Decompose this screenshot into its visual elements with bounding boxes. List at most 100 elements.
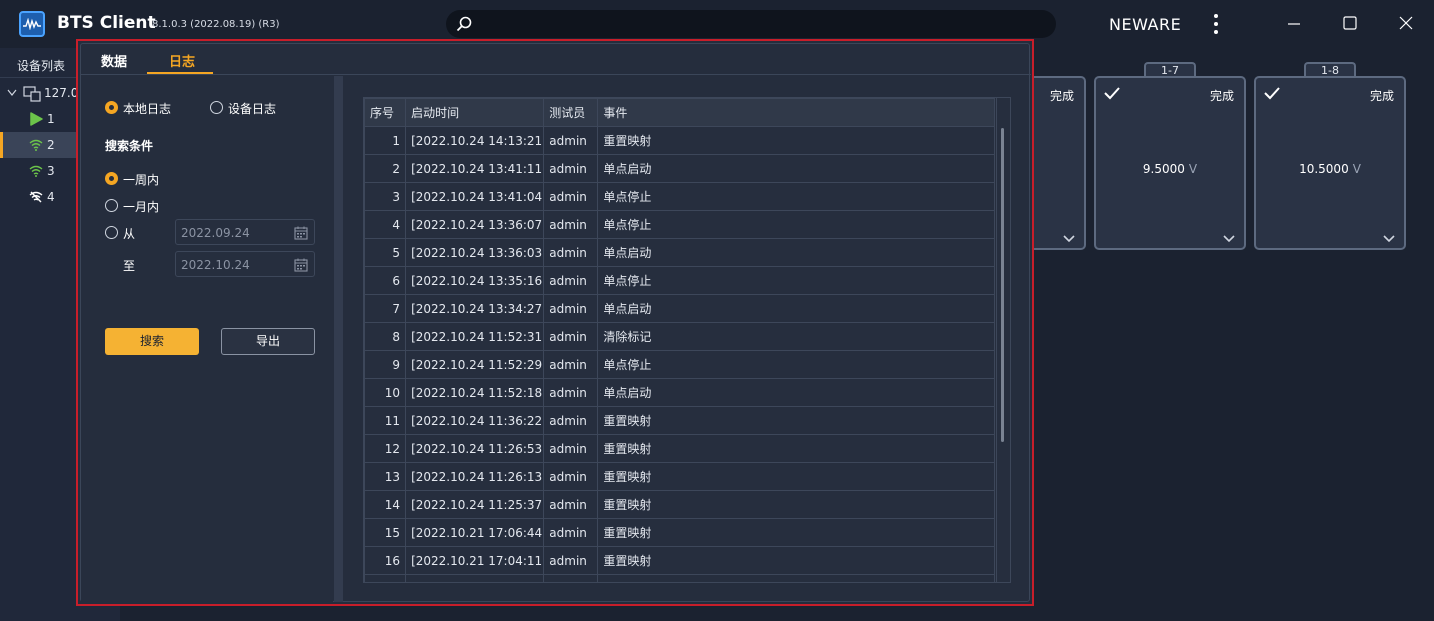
range-week-radio[interactable] bbox=[105, 172, 118, 185]
range-to-label: 至 bbox=[123, 259, 136, 273]
range-custom-radio[interactable] bbox=[105, 226, 118, 239]
cell-start-time: [2022.10.24 11:36:22] bbox=[405, 406, 545, 435]
table-row[interactable]: 2 [2022.10.24 13:41:11] admin 单点启动 bbox=[364, 154, 995, 183]
close-icon[interactable] bbox=[1396, 14, 1416, 34]
table-row[interactable]: 5 [2022.10.24 13:36:03] admin 单点启动 bbox=[364, 238, 995, 267]
cell-index: 14 bbox=[364, 490, 407, 519]
wifi-icon bbox=[29, 165, 43, 177]
device-log-label: 设备日志 bbox=[228, 102, 277, 116]
cell-index: 13 bbox=[364, 462, 407, 491]
cell-event: 重置映射 bbox=[597, 518, 995, 547]
cell-start-time: [2022.10.24 11:25:37] bbox=[405, 490, 545, 519]
table-row[interactable]: 16 [2022.10.21 17:04:11] admin 重置映射 bbox=[364, 546, 995, 575]
search-input[interactable] bbox=[446, 10, 1056, 38]
cell-index: 5 bbox=[364, 238, 407, 267]
chevron-down-icon[interactable] bbox=[7, 89, 17, 97]
tab-data[interactable]: 数据 bbox=[101, 51, 127, 70]
cell-event: 重置映射 bbox=[597, 126, 995, 155]
range-week-label: 一周内 bbox=[123, 173, 160, 187]
cell-start-time: [2022.10.24 13:34:27] bbox=[405, 294, 545, 323]
channel-card-1-8[interactable]: 完成 10.5000 V bbox=[1254, 76, 1406, 250]
export-button[interactable]: 导出 bbox=[221, 328, 315, 355]
cell-tester: admin bbox=[543, 238, 599, 267]
cell-start-time: [2022.10.24 13:41:11] bbox=[405, 154, 545, 183]
table-row[interactable]: 15 [2022.10.21 17:06:44] admin 重置映射 bbox=[364, 518, 995, 547]
cell-start-time: [2022.10.24 13:41:04] bbox=[405, 182, 545, 211]
wifi-off-icon bbox=[29, 191, 43, 203]
table-row[interactable]: 14 [2022.10.24 11:25:37] admin 重置映射 bbox=[364, 490, 995, 519]
cell-index: 3 bbox=[364, 182, 407, 211]
cell-start-time: [2022.10.21 17:06:44] bbox=[405, 518, 545, 547]
local-log-label: 本地日志 bbox=[123, 102, 172, 116]
column-header-event[interactable]: 事件 bbox=[597, 98, 995, 127]
table-row[interactable]: 12 [2022.10.24 11:26:53] admin 重置映射 bbox=[364, 434, 995, 463]
cell-start-time: [2022.10.24 14:13:21] bbox=[405, 126, 545, 155]
to-date-field[interactable]: 2022.10.24 bbox=[175, 251, 315, 277]
maximize-icon[interactable] bbox=[1340, 14, 1360, 34]
table-row[interactable]: 8 [2022.10.24 11:52:31] admin 清除标记 bbox=[364, 322, 995, 351]
minimize-icon[interactable] bbox=[1284, 14, 1304, 34]
cell-tester: admin bbox=[543, 406, 599, 435]
cell-start-time: [2022.10.21 17:04:11] bbox=[405, 546, 545, 575]
column-header-tester[interactable]: 测试员 bbox=[543, 98, 599, 127]
cell-index: 4 bbox=[364, 210, 407, 239]
range-from-label: 从 bbox=[123, 227, 136, 241]
local-log-radio[interactable] bbox=[105, 101, 118, 114]
cell-tester: admin bbox=[543, 154, 599, 183]
log-dialog: 数据 日志 本地日志 设备日志 搜索条件 一周内 一月内 从 2022.09.2… bbox=[76, 39, 1034, 606]
table-row[interactable]: 11 [2022.10.24 11:36:22] admin 重置映射 bbox=[364, 406, 995, 435]
voltage-unit: V bbox=[1188, 162, 1198, 176]
chevron-down-icon[interactable] bbox=[1222, 234, 1236, 244]
cell-event bbox=[597, 574, 995, 582]
panel-divider[interactable] bbox=[334, 76, 343, 602]
scrollbar-thumb[interactable] bbox=[1001, 128, 1004, 442]
table-row[interactable]: 13 [2022.10.24 11:26:13] admin 重置映射 bbox=[364, 462, 995, 491]
channel-state: 完成 bbox=[1049, 89, 1074, 103]
from-date-value: 2022.09.24 bbox=[181, 226, 250, 240]
calendar-icon[interactable] bbox=[294, 226, 308, 240]
app-version: 8.1.0.3 (2022.08.19) (R3) bbox=[152, 19, 280, 30]
table-row[interactable]: 6 [2022.10.24 13:35:16] admin 单点停止 bbox=[364, 266, 995, 295]
table-row[interactable]: 7 [2022.10.24 13:34:27] admin 单点启动 bbox=[364, 294, 995, 323]
column-header-index[interactable]: 序号 bbox=[364, 98, 407, 127]
cell-tester: admin bbox=[543, 266, 599, 295]
channel-card-1-7[interactable]: 完成 9.5000 V bbox=[1094, 76, 1246, 250]
chevron-down-icon[interactable] bbox=[1382, 234, 1396, 244]
cell-event: 重置映射 bbox=[597, 462, 995, 491]
table-row[interactable]: 1 [2022.10.24 14:13:21] admin 重置映射 bbox=[364, 126, 995, 155]
tab-log[interactable]: 日志 bbox=[169, 51, 195, 70]
cell-event: 单点停止 bbox=[597, 182, 995, 211]
cell-start-time: [2022.10.24 13:35:16] bbox=[405, 266, 545, 295]
check-icon bbox=[1104, 87, 1120, 100]
more-menu-icon[interactable] bbox=[1208, 12, 1224, 36]
table-row[interactable] bbox=[364, 574, 995, 582]
dialog-tabs: 数据 日志 bbox=[81, 44, 1031, 75]
from-date-field[interactable]: 2022.09.24 bbox=[175, 219, 315, 245]
chevron-down-icon[interactable] bbox=[1062, 234, 1076, 244]
voltage-unit: V bbox=[1352, 162, 1361, 176]
table-row[interactable]: 3 [2022.10.24 13:41:04] admin 单点停止 bbox=[364, 182, 995, 211]
column-header-start-time[interactable]: 启动时间 bbox=[405, 98, 545, 127]
range-month-radio[interactable] bbox=[105, 199, 118, 212]
cell-tester: admin bbox=[543, 322, 599, 351]
wifi-icon bbox=[29, 139, 43, 151]
calendar-icon[interactable] bbox=[294, 258, 308, 272]
cell-index: 10 bbox=[364, 378, 407, 407]
search-button[interactable]: 搜索 bbox=[105, 328, 199, 355]
dialog-body: 数据 日志 本地日志 设备日志 搜索条件 一周内 一月内 从 2022.09.2… bbox=[80, 43, 1031, 602]
table-row[interactable]: 10 [2022.10.24 11:52:18] admin 单点启动 bbox=[364, 378, 995, 407]
cell-tester: admin bbox=[543, 378, 599, 407]
range-month-label: 一月内 bbox=[123, 200, 160, 214]
cell-index: 2 bbox=[364, 154, 407, 183]
device-log-radio[interactable] bbox=[210, 101, 223, 114]
active-tab-indicator bbox=[147, 72, 213, 74]
cell-index bbox=[364, 574, 407, 582]
voltage-value: 9.5000 bbox=[1142, 162, 1185, 176]
cell-event: 重置映射 bbox=[597, 490, 995, 519]
table-row[interactable]: 9 [2022.10.24 11:52:29] admin 单点停止 bbox=[364, 350, 995, 379]
cell-tester: admin bbox=[543, 546, 599, 575]
voltage-value: 10.5000 bbox=[1299, 162, 1349, 176]
cell-tester: admin bbox=[543, 182, 599, 211]
table-row[interactable]: 4 [2022.10.24 13:36:07] admin 单点停止 bbox=[364, 210, 995, 239]
cell-index: 15 bbox=[364, 518, 407, 547]
